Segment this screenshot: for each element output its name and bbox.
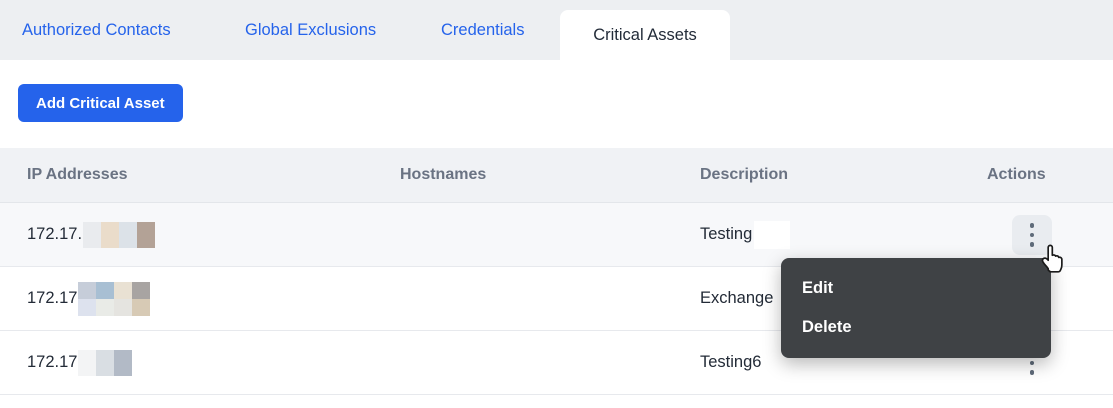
row-actions-button[interactable] <box>1012 215 1052 255</box>
ip-cell: 172.17 <box>27 267 150 330</box>
column-header-description: Description <box>700 148 788 202</box>
table-header: IP Addresses Hostnames Description Actio… <box>0 148 1113 203</box>
ip-prefix-text: 172.17. <box>27 225 82 244</box>
add-critical-asset-button[interactable]: Add Critical Asset <box>18 84 183 122</box>
ip-prefix-text: 172.17 <box>27 289 77 308</box>
kebab-menu-icon <box>1030 223 1035 247</box>
redacted-ip-block <box>78 350 132 376</box>
row-actions-context-menu: Edit Delete <box>781 258 1051 358</box>
redacted-description-block <box>754 221 790 249</box>
description-text: Testing6 <box>700 353 761 372</box>
tab-critical-assets[interactable]: Critical Assets <box>560 10 730 60</box>
ip-prefix-text: 172.17 <box>27 353 77 372</box>
menu-item-delete[interactable]: Delete <box>781 308 1051 347</box>
tab-bar: Authorized Contacts Global Exclusions Cr… <box>0 0 1113 60</box>
menu-item-edit[interactable]: Edit <box>781 269 1051 308</box>
description-cell: Testing6 <box>700 331 761 394</box>
ip-cell: 172.17 <box>27 331 132 394</box>
description-cell: Testing <box>700 203 790 266</box>
description-text: Exchange <box>700 289 773 308</box>
tab-credentials[interactable]: Credentials <box>441 0 524 60</box>
column-header-hostnames: Hostnames <box>400 148 486 202</box>
tab-authorized-contacts[interactable]: Authorized Contacts <box>22 0 171 60</box>
critical-assets-page: Authorized Contacts Global Exclusions Cr… <box>0 0 1113 408</box>
column-header-ip-addresses: IP Addresses <box>27 148 128 202</box>
description-cell: Exchange <box>700 267 773 330</box>
column-header-actions: Actions <box>987 148 1046 202</box>
ip-cell: 172.17. <box>27 203 155 266</box>
redacted-ip-block <box>78 282 150 316</box>
description-text: Testing <box>700 225 752 244</box>
tab-global-exclusions[interactable]: Global Exclusions <box>245 0 376 60</box>
redacted-ip-block <box>83 222 155 248</box>
